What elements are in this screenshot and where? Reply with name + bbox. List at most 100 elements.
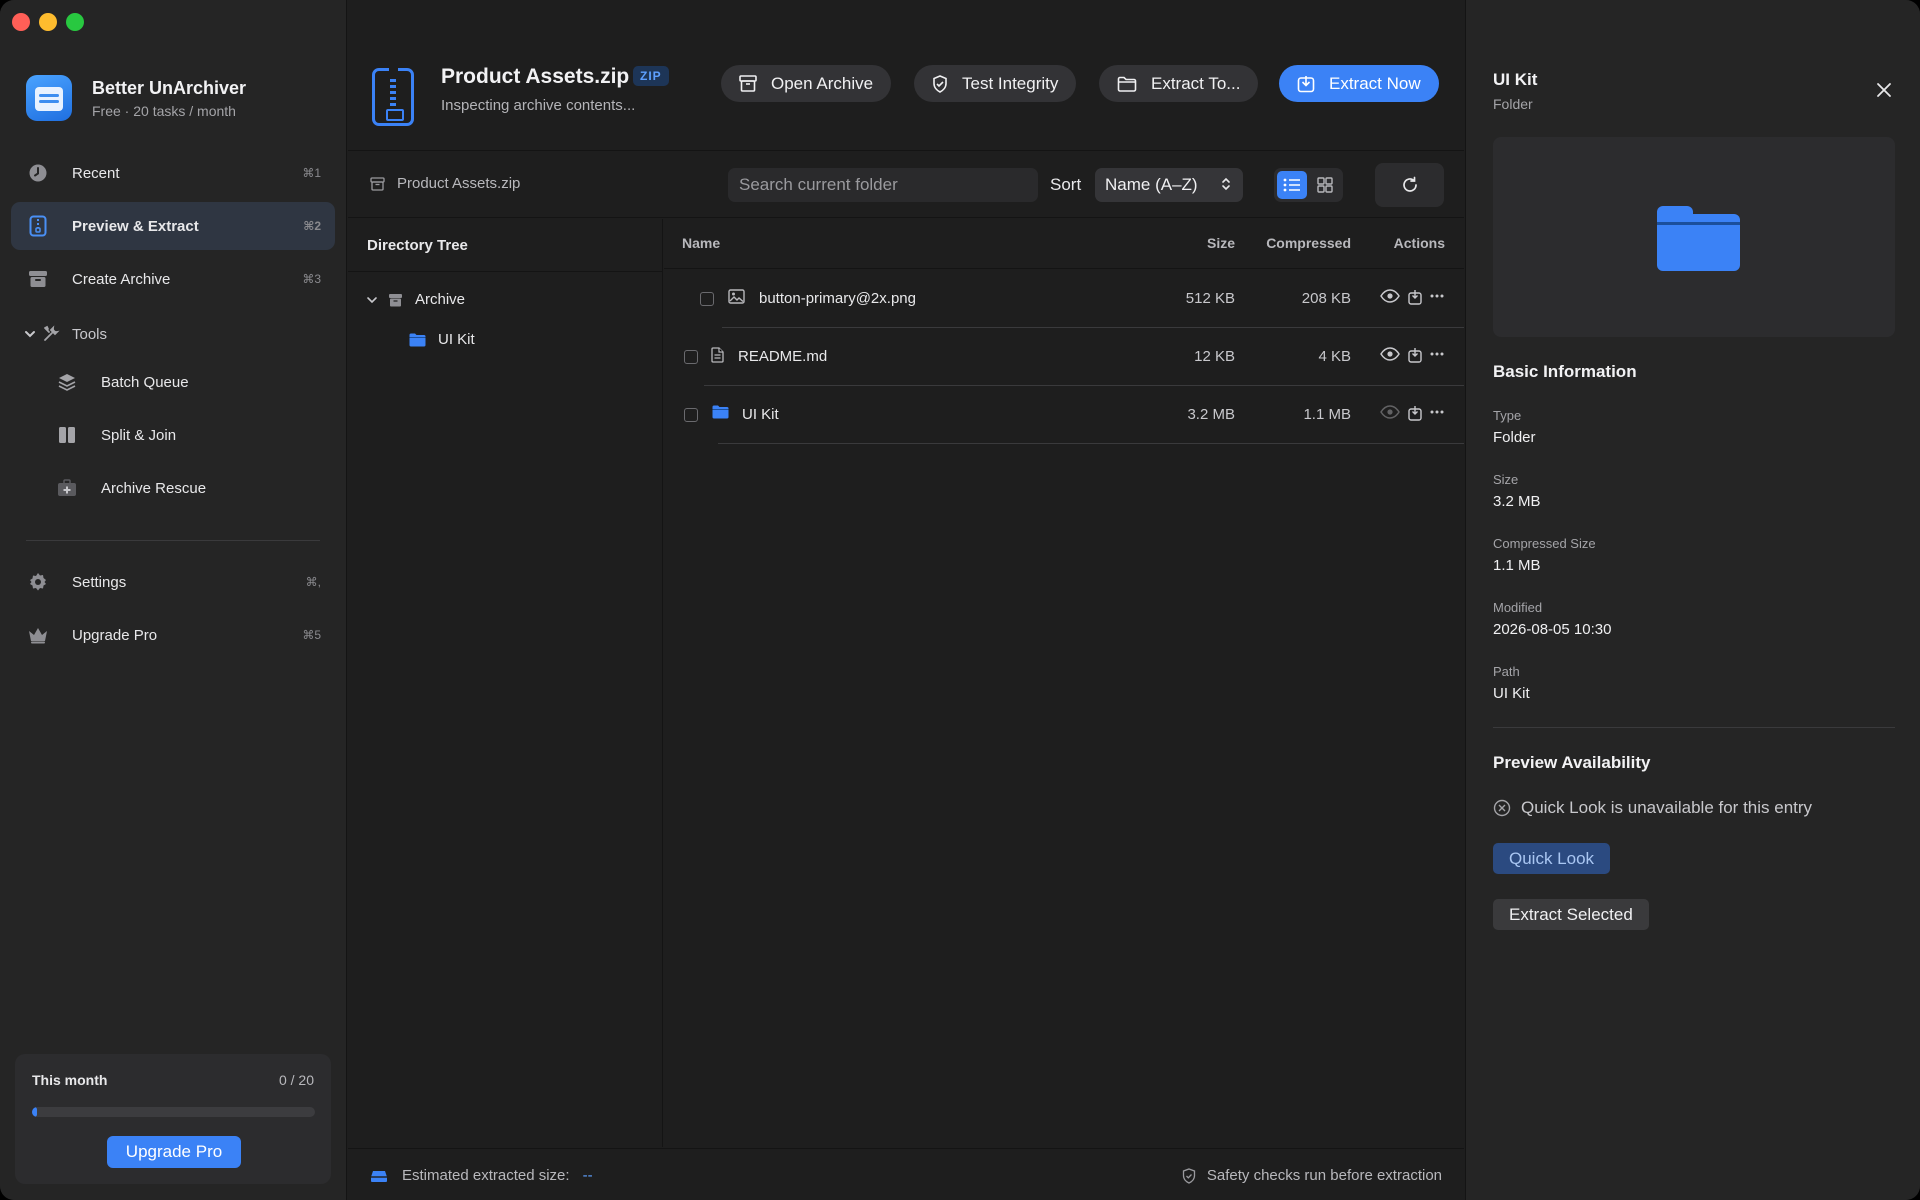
brand: Better UnArchiver Free · 20 tasks / mont…: [26, 75, 246, 121]
usage-progress-bar: [32, 1107, 315, 1117]
open-archive-button[interactable]: Open Archive: [721, 65, 892, 102]
field-label: Type: [1493, 408, 1522, 423]
more-icon[interactable]: [1430, 289, 1444, 303]
extract-selected-button[interactable]: Extract Selected: [1493, 899, 1649, 930]
refresh-button[interactable]: [1375, 163, 1444, 207]
estimated-value: --: [582, 1167, 593, 1184]
tree-node-label: Archive: [415, 291, 466, 308]
file-compressed-size: 208 KB: [1301, 290, 1351, 307]
test-integrity-button[interactable]: Test Integrity: [914, 65, 1077, 102]
archive-box-icon: [739, 75, 757, 92]
minimize-window-button[interactable]: [39, 13, 57, 31]
archive-box-icon: [370, 176, 385, 191]
sidebar-item-label: Split & Join: [101, 426, 177, 444]
sidebar-item-recent[interactable]: Recent ⌘1: [11, 149, 335, 197]
sort-value: Name (A–Z): [1105, 175, 1198, 194]
upgrade-pro-button[interactable]: Upgrade Pro: [107, 1136, 241, 1168]
list-view-button[interactable]: [1277, 171, 1307, 199]
breadcrumb[interactable]: Product Assets.zip: [370, 175, 520, 192]
usage-title: This month: [32, 1072, 108, 1088]
chevron-down-icon: [24, 328, 36, 340]
field-label: Modified: [1493, 600, 1543, 615]
sidebar-item-batch-queue[interactable]: Batch Queue: [40, 358, 330, 406]
tools-label: Tools: [72, 325, 108, 343]
rescue-kit-icon: [56, 477, 78, 499]
column-header-compressed[interactable]: Compressed: [1266, 235, 1351, 251]
window-controls: [12, 13, 84, 31]
button-label: Extract Now: [1329, 73, 1421, 93]
more-icon[interactable]: [1430, 347, 1444, 361]
sidebar-item-upgrade-pro[interactable]: Upgrade Pro ⌘5: [11, 611, 335, 659]
more-icon[interactable]: [1430, 405, 1444, 419]
extract-to-button[interactable]: Extract To...: [1099, 65, 1259, 102]
extract-file-icon[interactable]: [1408, 347, 1422, 363]
sidebar-item-create-archive[interactable]: Create Archive ⌘3: [11, 255, 335, 303]
zoom-window-button[interactable]: [66, 13, 84, 31]
column-header-name[interactable]: Name: [682, 235, 720, 251]
eye-icon[interactable]: [1380, 405, 1400, 419]
row-checkbox[interactable]: [700, 292, 714, 306]
zip-file-icon: [27, 215, 49, 237]
inspector-panel: UI Kit Folder Basic Information Type Fol…: [1465, 0, 1920, 1200]
close-window-button[interactable]: [12, 13, 30, 31]
safety-note: Safety checks run before extraction: [1182, 1167, 1442, 1184]
eye-icon[interactable]: [1380, 347, 1400, 361]
field-label: Path: [1493, 664, 1520, 679]
crown-icon: [27, 624, 49, 646]
split-icon: [56, 424, 78, 446]
inspector-title: UI Kit: [1493, 70, 1538, 89]
sidebar-item-label: Batch Queue: [101, 373, 189, 391]
close-icon[interactable]: [1876, 82, 1892, 98]
preview-availability-heading: Preview Availability: [1493, 753, 1651, 772]
shortcut-hint: ⌘2: [303, 219, 321, 233]
estimated-size: Estimated extracted size: --: [370, 1167, 593, 1184]
row-checkbox[interactable]: [684, 408, 698, 422]
tree-node-ui-kit[interactable]: UI Kit: [409, 331, 475, 348]
clock-icon: [27, 162, 49, 184]
drive-icon: [370, 1169, 388, 1183]
column-header-size[interactable]: Size: [1207, 235, 1235, 251]
file-compressed-size: 4 KB: [1318, 348, 1351, 365]
grid-view-button[interactable]: [1310, 171, 1340, 199]
sidebar-item-preview-extract[interactable]: Preview & Extract ⌘2: [11, 202, 335, 250]
folder-icon: [1657, 206, 1740, 271]
eye-icon[interactable]: [1380, 289, 1400, 303]
inspector-divider: [1493, 727, 1895, 728]
row-checkbox[interactable]: [684, 350, 698, 364]
x-circle-icon: [1493, 799, 1511, 817]
sidebar-item-split-join[interactable]: Split & Join: [40, 411, 330, 459]
table-header: Name Size Compressed Actions: [664, 219, 1464, 269]
table-row[interactable]: README.md 12 KB 4 KB: [664, 328, 1464, 386]
updown-chevron-icon: [1221, 176, 1231, 197]
usage-card: This month 0 / 20 Upgrade Pro: [15, 1054, 331, 1184]
sidebar-item-label: Recent: [72, 164, 120, 182]
search-input[interactable]: [728, 168, 1038, 202]
file-size: 12 KB: [1194, 348, 1235, 365]
sidebar-item-archive-rescue[interactable]: Archive Rescue: [40, 464, 330, 512]
sidebar-item-label: Archive Rescue: [101, 479, 207, 497]
sort-select[interactable]: Name (A–Z): [1095, 168, 1243, 202]
sidebar-item-settings[interactable]: Settings ⌘,: [11, 558, 335, 606]
safety-text: Safety checks run before extraction: [1206, 1167, 1442, 1184]
directory-tree: Directory Tree Archive UI Kit: [348, 219, 663, 1147]
extract-file-icon[interactable]: [1408, 405, 1422, 421]
shield-check-icon: [1182, 1167, 1196, 1184]
file-toolbar: Product Assets.zip Sort Name (A–Z): [348, 152, 1464, 218]
table-row[interactable]: UI Kit 3.2 MB 1.1 MB: [664, 386, 1464, 444]
shield-check-icon: [932, 74, 948, 93]
layers-icon: [56, 371, 78, 393]
folder-icon: [1117, 76, 1137, 92]
list-icon: [1283, 178, 1301, 192]
shortcut-hint: ⌘1: [302, 166, 321, 180]
tools-section-toggle[interactable]: Tools: [24, 325, 107, 343]
tree-node-archive[interactable]: Archive: [366, 291, 465, 308]
extract-file-icon[interactable]: [1408, 289, 1422, 305]
estimated-label: Estimated extracted size:: [402, 1167, 570, 1184]
quick-look-button[interactable]: Quick Look: [1493, 843, 1611, 874]
sidebar-divider: [26, 540, 320, 541]
extract-now-button[interactable]: Extract Now: [1279, 65, 1439, 102]
field-label: Size: [1493, 472, 1519, 487]
button-label: Open Archive: [771, 73, 874, 93]
table-row[interactable]: button-primary@2x.png 512 KB 208 KB: [664, 270, 1464, 328]
usage-count: 0 / 20: [278, 1072, 314, 1088]
